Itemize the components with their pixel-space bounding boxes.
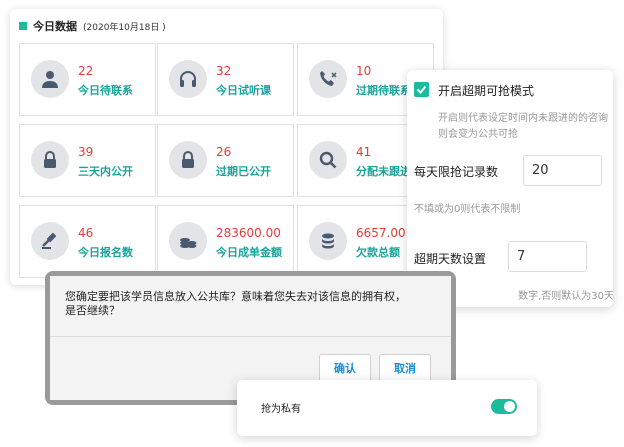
- stage: 今日数据 (2020年10月18日 ) 22 今日待联系 32 今日试听课 10…: [0, 0, 624, 447]
- grab-private-switch[interactable]: [491, 399, 517, 414]
- phone-missed-icon: [309, 60, 347, 98]
- panel-header: 今日数据 (2020年10月18日 ): [19, 18, 166, 34]
- panel-date: (2020年10月18日 ): [83, 22, 166, 33]
- coins-icon: [169, 222, 207, 260]
- overdue-days-label: 超期天数设置: [414, 252, 487, 266]
- overdue-days-input[interactable]: 7: [508, 241, 587, 272]
- stat-label: 过期已公开: [216, 165, 271, 178]
- stat-number: 22: [78, 64, 94, 78]
- daily-limit-input[interactable]: 20: [523, 155, 602, 186]
- stat-card-overdue-public[interactable]: 26 过期已公开: [157, 124, 294, 197]
- stat-number: 46: [78, 226, 94, 240]
- headphones-icon: [169, 60, 207, 98]
- stat-number: 10: [356, 64, 372, 78]
- stat-label: 三天内公开: [78, 165, 133, 178]
- search-icon: [309, 141, 347, 179]
- check-icon: [416, 85, 427, 94]
- stat-number: 283600.00: [216, 226, 281, 240]
- stat-label: 今日待联系: [78, 84, 133, 97]
- confirm-message: 您确定要把该学员信息放入公共库？意味着您失去对该信息的拥有权，是否继续？: [65, 290, 406, 317]
- stat-number: 32: [216, 64, 232, 78]
- stat-card-trial-today[interactable]: 32 今日试听课: [157, 43, 294, 116]
- stat-number: 41: [356, 145, 372, 159]
- gavel-icon: [31, 222, 69, 260]
- stat-number: 39: [78, 145, 94, 159]
- grab-private-panel: 抢为私有: [237, 380, 537, 436]
- confirm-button[interactable]: 确认: [319, 354, 371, 382]
- stat-label: 今日报名数: [78, 246, 133, 259]
- overdue-grab-description: 开启则代表设定时间内未跟进的的咨询则会变为公共可抢: [438, 113, 608, 140]
- overdue-grab-checkbox[interactable]: [414, 82, 429, 97]
- stat-label: 欠款总额: [356, 246, 400, 259]
- cancel-button[interactable]: 取消: [379, 354, 431, 382]
- switch-knob: [504, 401, 515, 412]
- stat-number: 6657.00: [356, 226, 406, 240]
- stat-label: 今日成单金额: [216, 246, 282, 259]
- lock-icon: [31, 141, 69, 179]
- panel-title: 今日数据: [33, 20, 77, 33]
- dialog-divider: [50, 336, 451, 337]
- stat-card-deal-amount-today[interactable]: 283600.00 今日成单金额: [157, 205, 294, 278]
- daily-limit-label: 每天限抢记录数: [414, 165, 499, 179]
- stat-card-public-3days[interactable]: 39 三天内公开: [19, 124, 156, 197]
- overdue-grab-label: 开启超期可抢模式: [438, 84, 535, 98]
- stat-number: 26: [216, 145, 232, 159]
- today-data-panel: 今日数据 (2020年10月18日 ) 22 今日待联系 32 今日试听课 10…: [10, 9, 443, 285]
- stat-label: 今日试听课: [216, 84, 271, 97]
- daily-limit-hint: 不填或为0则代表不限制: [414, 204, 521, 215]
- stat-card-contact-today[interactable]: 22 今日待联系: [19, 43, 156, 116]
- stat-label: 分配未跟进: [356, 165, 411, 178]
- grab-private-label: 抢为私有: [261, 404, 301, 415]
- header-marker: [19, 22, 27, 30]
- lock-icon: [169, 141, 207, 179]
- stat-label: 过期待联系: [356, 84, 411, 97]
- database-icon: [309, 222, 347, 260]
- stat-card-enroll-today[interactable]: 46 今日报名数: [19, 205, 156, 278]
- user-icon: [31, 60, 69, 98]
